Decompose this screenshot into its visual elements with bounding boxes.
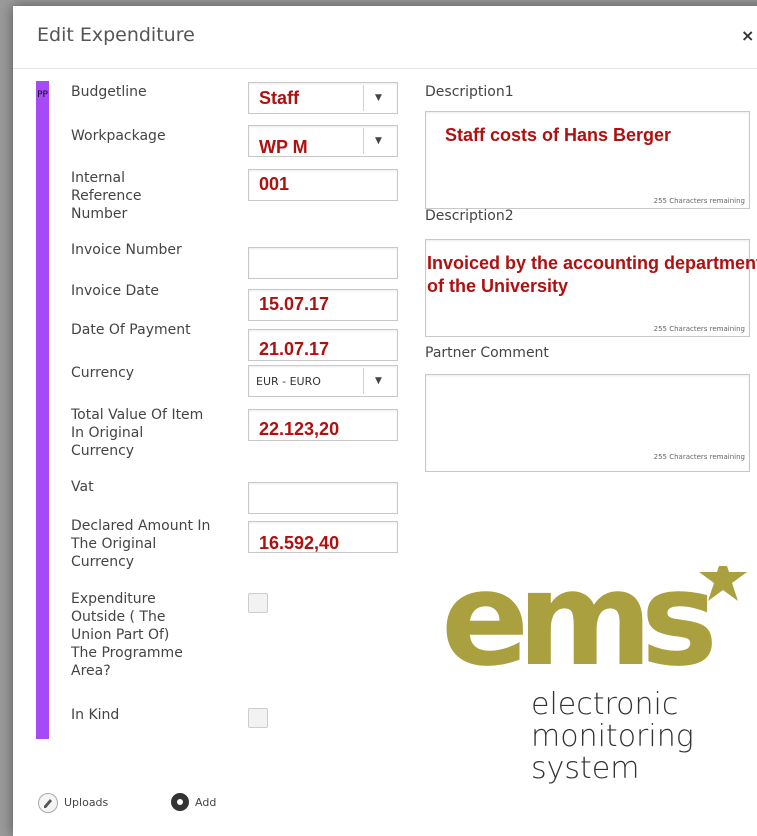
partner-comment-textarea[interactable]: 255 Characters remaining bbox=[425, 374, 750, 472]
ems-tagline: electronic monitoring system bbox=[531, 689, 694, 785]
ems-tagline-1: electronic bbox=[531, 687, 679, 722]
currency-value: EUR - EURO bbox=[256, 375, 321, 388]
plus-icon bbox=[171, 793, 189, 811]
ems-wordmark: ems bbox=[441, 566, 713, 681]
pencil-icon bbox=[38, 793, 58, 813]
date-of-payment-label: Date Of Payment bbox=[71, 322, 191, 338]
date-of-payment-value: 21.07.17 bbox=[259, 339, 330, 359]
total-value-label: Total Value Of Item In Original Currency bbox=[71, 407, 204, 459]
star-icon bbox=[699, 554, 747, 601]
currency-label: Currency bbox=[71, 365, 135, 381]
ems-logo: ems bbox=[441, 543, 751, 695]
internal-ref-value: 001 bbox=[259, 174, 290, 194]
vat-label: Vat bbox=[71, 479, 94, 495]
description2-remaining: 255 Characters remaining bbox=[653, 325, 745, 333]
declared-amount-label: Declared Amount In The Original Currency bbox=[71, 518, 211, 570]
in-kind-label: In Kind bbox=[71, 707, 120, 723]
declared-amount-value: 16.592,40 bbox=[259, 533, 340, 553]
partner-comment-label: Partner Comment bbox=[425, 345, 549, 361]
add-label: Add bbox=[195, 796, 217, 809]
invoice-date-label: Invoice Date bbox=[71, 283, 159, 299]
description1-value: Staff costs of Hans Berger bbox=[445, 125, 672, 145]
ems-tagline-2: monitoring bbox=[531, 719, 694, 754]
uploads-label: Uploads bbox=[64, 796, 109, 809]
chevron-down-icon: ▼ bbox=[375, 93, 382, 103]
internal-ref-label: Internal Reference Number bbox=[71, 170, 142, 222]
uploads-button[interactable]: Uploads bbox=[38, 791, 158, 815]
partner-side-bar bbox=[36, 81, 49, 739]
chevron-down-icon: ▼ bbox=[375, 136, 382, 146]
side-tag: PP bbox=[37, 90, 48, 100]
description1-label: Description1 bbox=[425, 84, 514, 100]
workpackage-value: WP M bbox=[259, 137, 308, 157]
edit-expenditure-dialog: Edit Expenditure × PP Budgetline Workpac… bbox=[13, 6, 757, 836]
budgetline-label: Budgetline bbox=[71, 84, 147, 100]
dialog-title: Edit Expenditure bbox=[37, 24, 195, 46]
currency-select[interactable]: ▼ EUR - EURO bbox=[248, 365, 398, 397]
title-divider bbox=[13, 68, 757, 69]
in-kind-checkbox[interactable] bbox=[248, 708, 268, 728]
description2-value: Invoiced by the accounting department of… bbox=[427, 253, 757, 296]
total-value-value: 22.123,20 bbox=[259, 419, 340, 439]
invoice-date-value: 15.07.17 bbox=[259, 294, 330, 314]
description1-remaining: 255 Characters remaining bbox=[653, 197, 745, 205]
description2-label: Description2 bbox=[425, 208, 514, 224]
budgetline-value: Staff bbox=[259, 88, 299, 108]
add-button[interactable]: Add bbox=[171, 791, 251, 815]
vat-input[interactable] bbox=[248, 482, 398, 514]
chevron-down-icon: ▼ bbox=[375, 376, 382, 386]
invoice-number-label: Invoice Number bbox=[71, 242, 182, 258]
outside-area-label: Expenditure Outside ( The Union Part Of)… bbox=[71, 591, 183, 679]
workpackage-label: Workpackage bbox=[71, 128, 166, 144]
close-icon[interactable]: × bbox=[741, 26, 754, 45]
partner-comment-remaining: 255 Characters remaining bbox=[653, 453, 745, 461]
invoice-number-input[interactable] bbox=[248, 247, 398, 279]
ems-tagline-3: system bbox=[531, 751, 640, 786]
outside-area-checkbox[interactable] bbox=[248, 593, 268, 613]
